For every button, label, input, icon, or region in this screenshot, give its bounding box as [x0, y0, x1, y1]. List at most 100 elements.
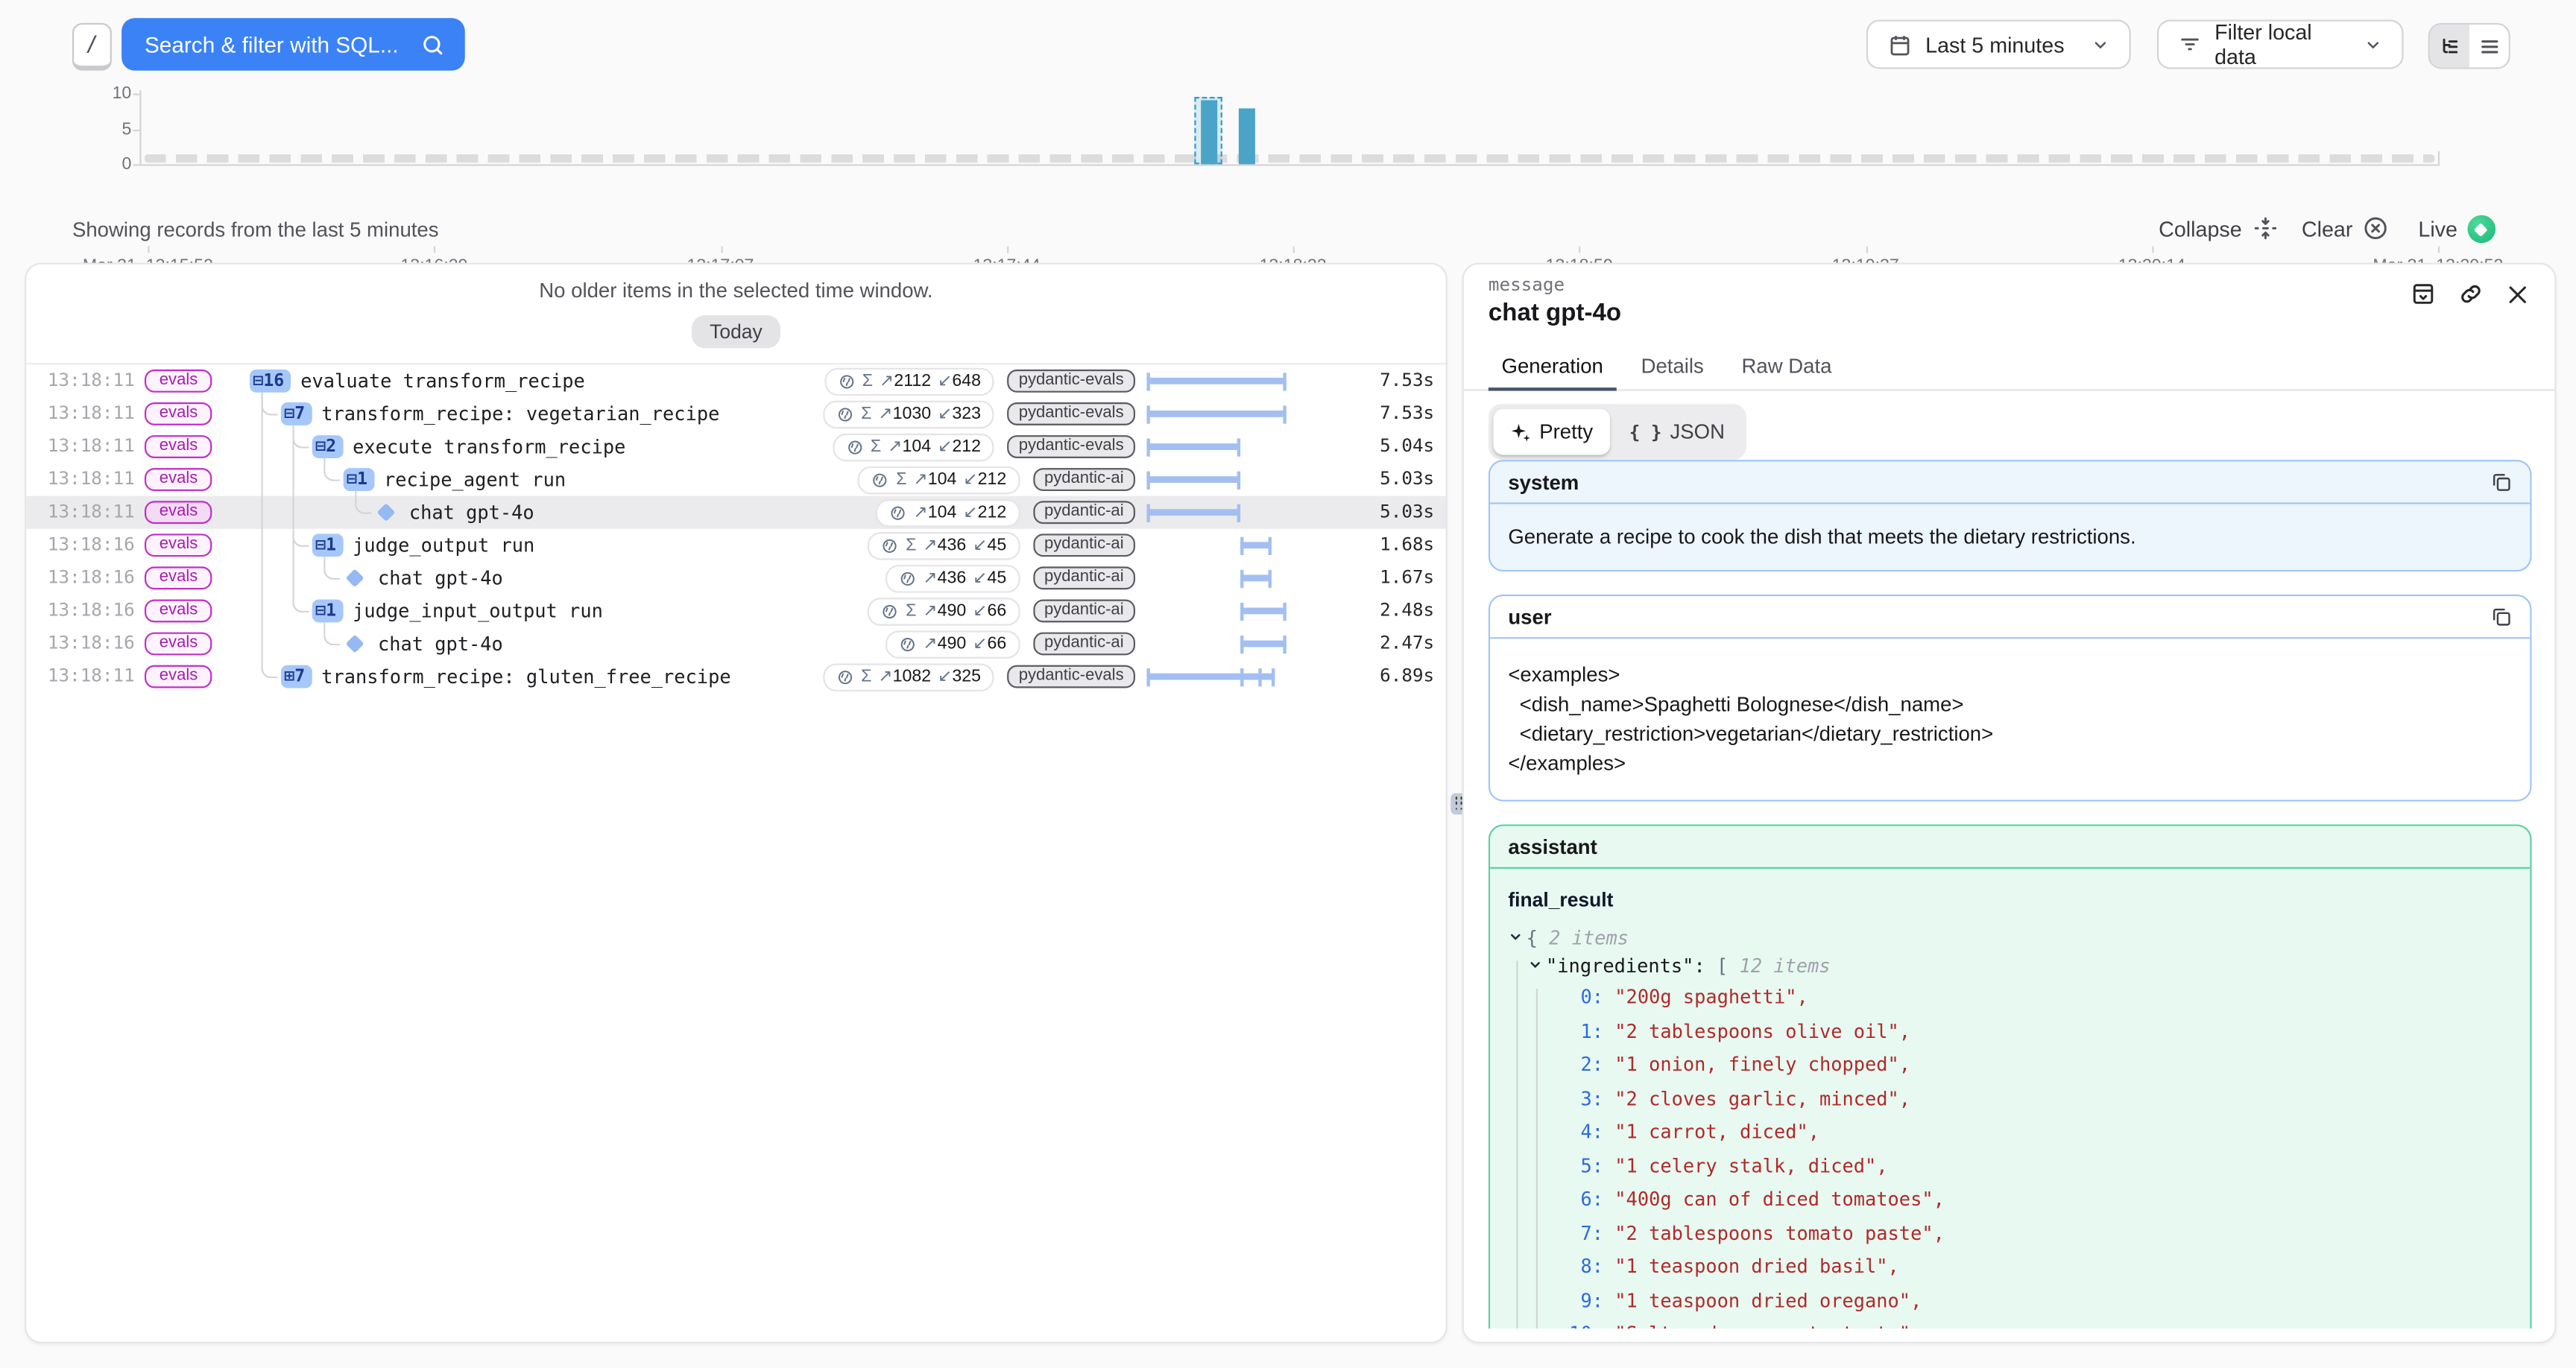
span-diamond-icon [346, 569, 364, 587]
user-message-line: <dish_name>Spaghetti Bolognese</dish_nam… [1508, 690, 2512, 720]
copy-icon[interactable] [2490, 606, 2512, 627]
json-item-colon: : [1592, 1255, 1615, 1278]
view-mode-pretty[interactable]: Pretty [1494, 409, 1610, 455]
tree-view-button[interactable] [2430, 25, 2469, 67]
json-array-item: 3: "2 cloves garlic, minced", [1508, 1081, 2512, 1115]
tokens-icon [871, 470, 889, 488]
json-array-item: 4: "1 carrot, diced", [1508, 1115, 2512, 1149]
tokens-icon [836, 405, 854, 422]
token-usage-badge: Σ↗1082↙325 [823, 662, 994, 690]
output-tokens: ↙45 [973, 569, 1006, 588]
clear-button[interactable]: Clear [2302, 215, 2389, 241]
duration-bar-cap [1283, 405, 1286, 422]
trace-row[interactable]: 13:18:11evals⊟7transform_recipe: vegetar… [26, 397, 1445, 430]
duration-value: 2.48s [1380, 595, 1434, 627]
trace-row[interactable]: 13:18:11evals⊟2execute transform_recipeΣ… [26, 430, 1445, 463]
clear-label: Clear [2302, 216, 2352, 241]
collapse-button[interactable]: Collapse [2159, 215, 2278, 241]
evals-badge: evals [145, 435, 212, 458]
input-tokens: ↗104 [888, 437, 931, 456]
trace-row[interactable]: 13:18:11evals⊞7transform_recipe: gluten_… [26, 660, 1445, 693]
pretty-json-toggle: Pretty{ }JSON [1489, 404, 1746, 460]
json-array-item: 2: "1 onion, finely chopped", [1508, 1048, 2512, 1081]
output-tokens: ↙66 [973, 601, 1006, 621]
json-item-colon: : [1592, 1086, 1615, 1109]
dock-panel-icon[interactable] [2410, 281, 2436, 307]
duration-bar-cap [1268, 536, 1271, 554]
duration-bar-track [1146, 595, 1286, 627]
live-label: Live [2418, 217, 2457, 241]
trace-row[interactable]: 13:18:11evals⊟1recipe_agent runΣ↗104↙212… [26, 463, 1445, 496]
trace-list-panel: No older items in the selected time wind… [25, 263, 1448, 1343]
trace-row[interactable]: 13:18:16evals⊟1judge_input_output runΣ↗4… [26, 595, 1445, 627]
json-item-value: "2 tablespoons olive oil", [1614, 1019, 1910, 1042]
expander-badge[interactable]: ⊞7 [281, 665, 312, 688]
json-item-index: 3 [1557, 1081, 1591, 1115]
chevron-down-icon[interactable] [1508, 925, 1526, 952]
chevron-down-icon[interactable] [1528, 952, 1546, 980]
token-usage-badge: ↗436↙45 [886, 564, 1020, 592]
x-axis-tick [1293, 247, 1295, 253]
sum-icon: Σ [861, 667, 871, 686]
view-mode-json[interactable]: { }JSON [1613, 409, 1741, 455]
duration-bar-cap [1283, 372, 1286, 390]
duration-bar-track [1146, 529, 1286, 562]
json-root-line: { 2 items [1508, 925, 2512, 952]
trace-row[interactable]: 13:18:16evals⊟1judge_output runΣ↗436↙45p… [26, 529, 1445, 562]
json-array-item: 0: "200g spaghetti", [1508, 981, 2512, 1014]
expander-badge[interactable]: ⊟16 [250, 370, 291, 393]
output-tokens: ↙648 [938, 371, 981, 390]
list-view-button[interactable] [2469, 25, 2509, 67]
expander-badge[interactable]: ⊟1 [344, 468, 374, 491]
close-icon[interactable] [2505, 282, 2530, 306]
span-name: transform_recipe: gluten_free_recipe [321, 665, 730, 688]
token-usage-badge: ↗104↙212 [876, 498, 1020, 526]
app-window: / Search & filter with SQL... Last 5 min… [0, 0, 2576, 1368]
expander-badge[interactable]: ⊟2 [312, 435, 343, 458]
duration-bar [1240, 608, 1287, 615]
search-input[interactable]: Search & filter with SQL... [121, 18, 465, 71]
json-item-colon: : [1592, 1053, 1615, 1076]
json-array-item: 8: "1 teaspoon dried basil", [1508, 1250, 2512, 1283]
expander-badge[interactable]: ⊟1 [312, 599, 343, 622]
expander-badge[interactable]: ⊟1 [312, 533, 343, 557]
json-item-index: 1 [1557, 1014, 1591, 1048]
scope-tag: pydantic-evals [1007, 370, 1135, 393]
trace-row-tree-cell: chat gpt-4o [344, 562, 503, 595]
duration-bar-cap [1146, 405, 1149, 422]
live-toggle[interactable]: Live [2418, 215, 2495, 243]
trace-row[interactable]: 13:18:16evalschat gpt-4o↗436↙45pydantic-… [26, 562, 1445, 595]
tab-generation[interactable]: Generation [1502, 355, 1603, 389]
evals-badge: evals [145, 533, 212, 557]
trace-row-timestamp: 13:18:16 [48, 529, 135, 562]
x-axis-tick [1579, 247, 1581, 253]
tab-raw-data[interactable]: Raw Data [1741, 355, 1831, 389]
copy-icon[interactable] [2490, 472, 2512, 493]
json-item-value: "1 onion, finely chopped", [1614, 1053, 1910, 1076]
scope-tag: pydantic-ai [1033, 468, 1135, 491]
trace-row[interactable]: 13:18:11evalschat gpt-4o↗104↙212pydantic… [26, 496, 1445, 529]
copy-link-icon[interactable] [2457, 281, 2484, 307]
trace-row-tree-cell: ⊟7transform_recipe: vegetarian_recipe [281, 397, 719, 430]
time-range-dropdown[interactable]: Last 5 minutes [1866, 19, 2131, 69]
y-axis-tick [133, 129, 140, 130]
json-item-colon: : [1592, 1019, 1615, 1042]
trace-row-tree-cell: ⊞7 transform_recipe: gluten_free_recipe [281, 660, 731, 693]
assistant-message-card: assistant final_result { 2 items"ingredi… [1489, 824, 2532, 1329]
trace-row[interactable]: 13:18:11evals⊟16evaluate transform_recip… [26, 364, 1445, 397]
histogram-bar[interactable] [1239, 108, 1255, 165]
evals-badge: evals [145, 501, 212, 524]
json-item-value: "1 celery stalk, diced", [1614, 1153, 1887, 1177]
filter-local-data-dropdown[interactable]: Filter local data [2157, 19, 2404, 69]
duration-bar-track [1146, 496, 1286, 529]
expander-badge[interactable]: ⊟7 [281, 402, 312, 425]
tab-details[interactable]: Details [1641, 355, 1704, 389]
histogram-bar[interactable] [1201, 101, 1217, 164]
trace-row[interactable]: 13:18:16evalschat gpt-4o↗490↙66pydantic-… [26, 627, 1445, 660]
json-ingredients-line: "ingredients": [ 12 items [1508, 952, 2512, 980]
scope-tag: pydantic-ai [1033, 599, 1135, 622]
json-item-value: "1 teaspoon dried basil", [1614, 1255, 1899, 1278]
duration-bar-track [1146, 463, 1286, 496]
records-timeline-chart[interactable]: 1050Mar 31, 13:15:5213:16:2913:17:0713:1… [0, 82, 2576, 197]
token-usage-badge: Σ↗104↙212 [833, 433, 994, 460]
